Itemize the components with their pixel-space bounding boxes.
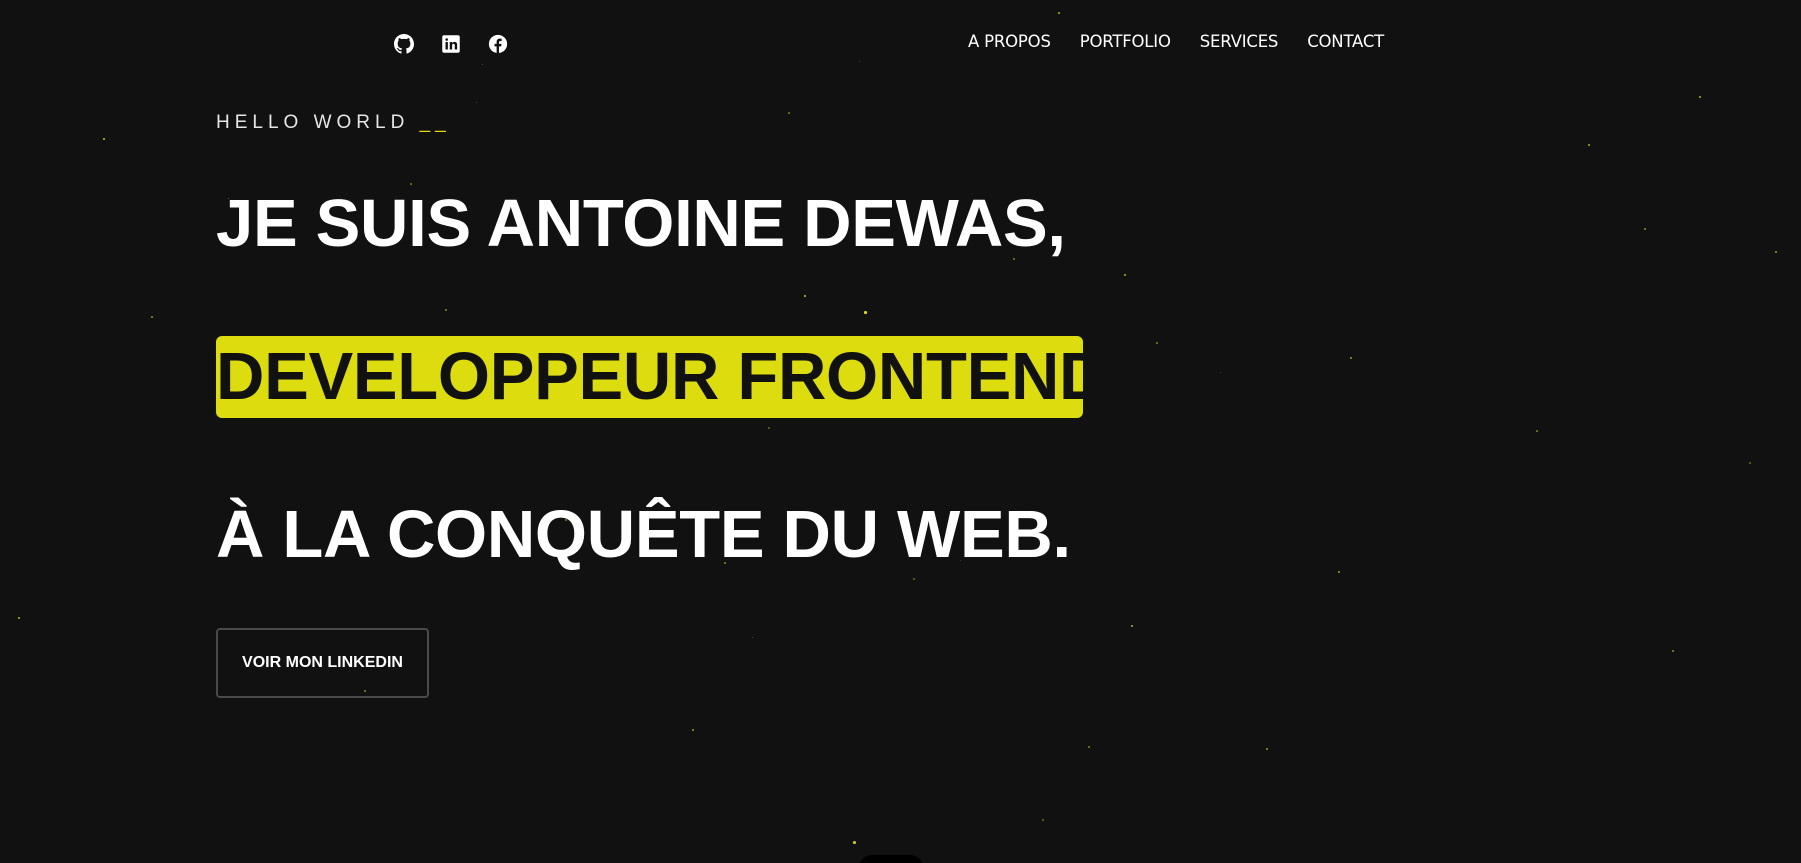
star-dot <box>1350 357 1353 360</box>
star-dot <box>1058 12 1060 14</box>
star-dot <box>18 617 21 620</box>
star-dot <box>1644 228 1646 230</box>
facebook-icon <box>488 34 508 54</box>
star-dot <box>1131 625 1134 628</box>
hero-headline-line3: À LA CONQUÊTE DU WEB. <box>216 497 1071 572</box>
star-dot <box>1266 748 1269 751</box>
linkedin-cta-button[interactable]: VOIR MON LINKEDIN <box>216 628 429 698</box>
social-links <box>394 34 508 54</box>
star-dot <box>804 295 807 298</box>
star-dot <box>1220 372 1222 374</box>
scroll-indicator[interactable] <box>858 855 924 863</box>
github-icon <box>394 34 414 54</box>
star-dot <box>1536 430 1538 432</box>
star-dot <box>151 316 153 318</box>
nav-item-portfolio[interactable]: PORTFOLIO <box>1080 32 1171 51</box>
star-dot <box>853 841 856 844</box>
star-dot <box>1672 650 1674 652</box>
nav-item-contact[interactable]: CONTACT <box>1307 32 1384 51</box>
nav-item-services[interactable]: SERVICES <box>1200 32 1279 51</box>
star-dot <box>410 183 412 185</box>
star-dot <box>1338 571 1341 574</box>
star-dot <box>445 309 447 311</box>
tagline-text: HELLO WORLD <box>216 112 410 133</box>
hero-tagline: HELLO WORLD __ <box>216 112 451 134</box>
star-dot <box>692 729 695 732</box>
star-dot <box>864 311 867 314</box>
star-dot <box>482 64 484 66</box>
star-dot <box>859 61 861 63</box>
star-dot <box>1124 274 1127 277</box>
star-dot <box>1699 96 1702 99</box>
linkedin-icon <box>442 35 460 53</box>
star-dot <box>768 427 770 429</box>
facebook-link[interactable] <box>488 34 508 54</box>
star-dot <box>1042 819 1044 821</box>
hero-headline-line1: JE SUIS ANTOINE DEWAS, <box>216 186 1066 261</box>
hero-headline-highlight: DEVELOPPEUR FRONTEND <box>216 336 1107 418</box>
star-dot <box>913 578 915 580</box>
star-dot <box>1588 144 1591 147</box>
github-link[interactable] <box>394 34 414 54</box>
star-dot <box>752 637 754 639</box>
linkedin-link[interactable] <box>441 34 461 54</box>
tagline-cursor: __ <box>419 112 451 133</box>
star-dot <box>103 138 106 141</box>
nav-item-a-propos[interactable]: A PROPOS <box>968 32 1051 51</box>
star-dot <box>1088 746 1090 748</box>
main-nav: A PROPOS PORTFOLIO SERVICES CONTACT <box>968 32 1384 51</box>
star-dot <box>1156 342 1158 344</box>
star-dot <box>788 112 790 114</box>
star-dot <box>1775 251 1777 253</box>
star-dot <box>476 102 478 104</box>
star-dot <box>1749 462 1751 464</box>
